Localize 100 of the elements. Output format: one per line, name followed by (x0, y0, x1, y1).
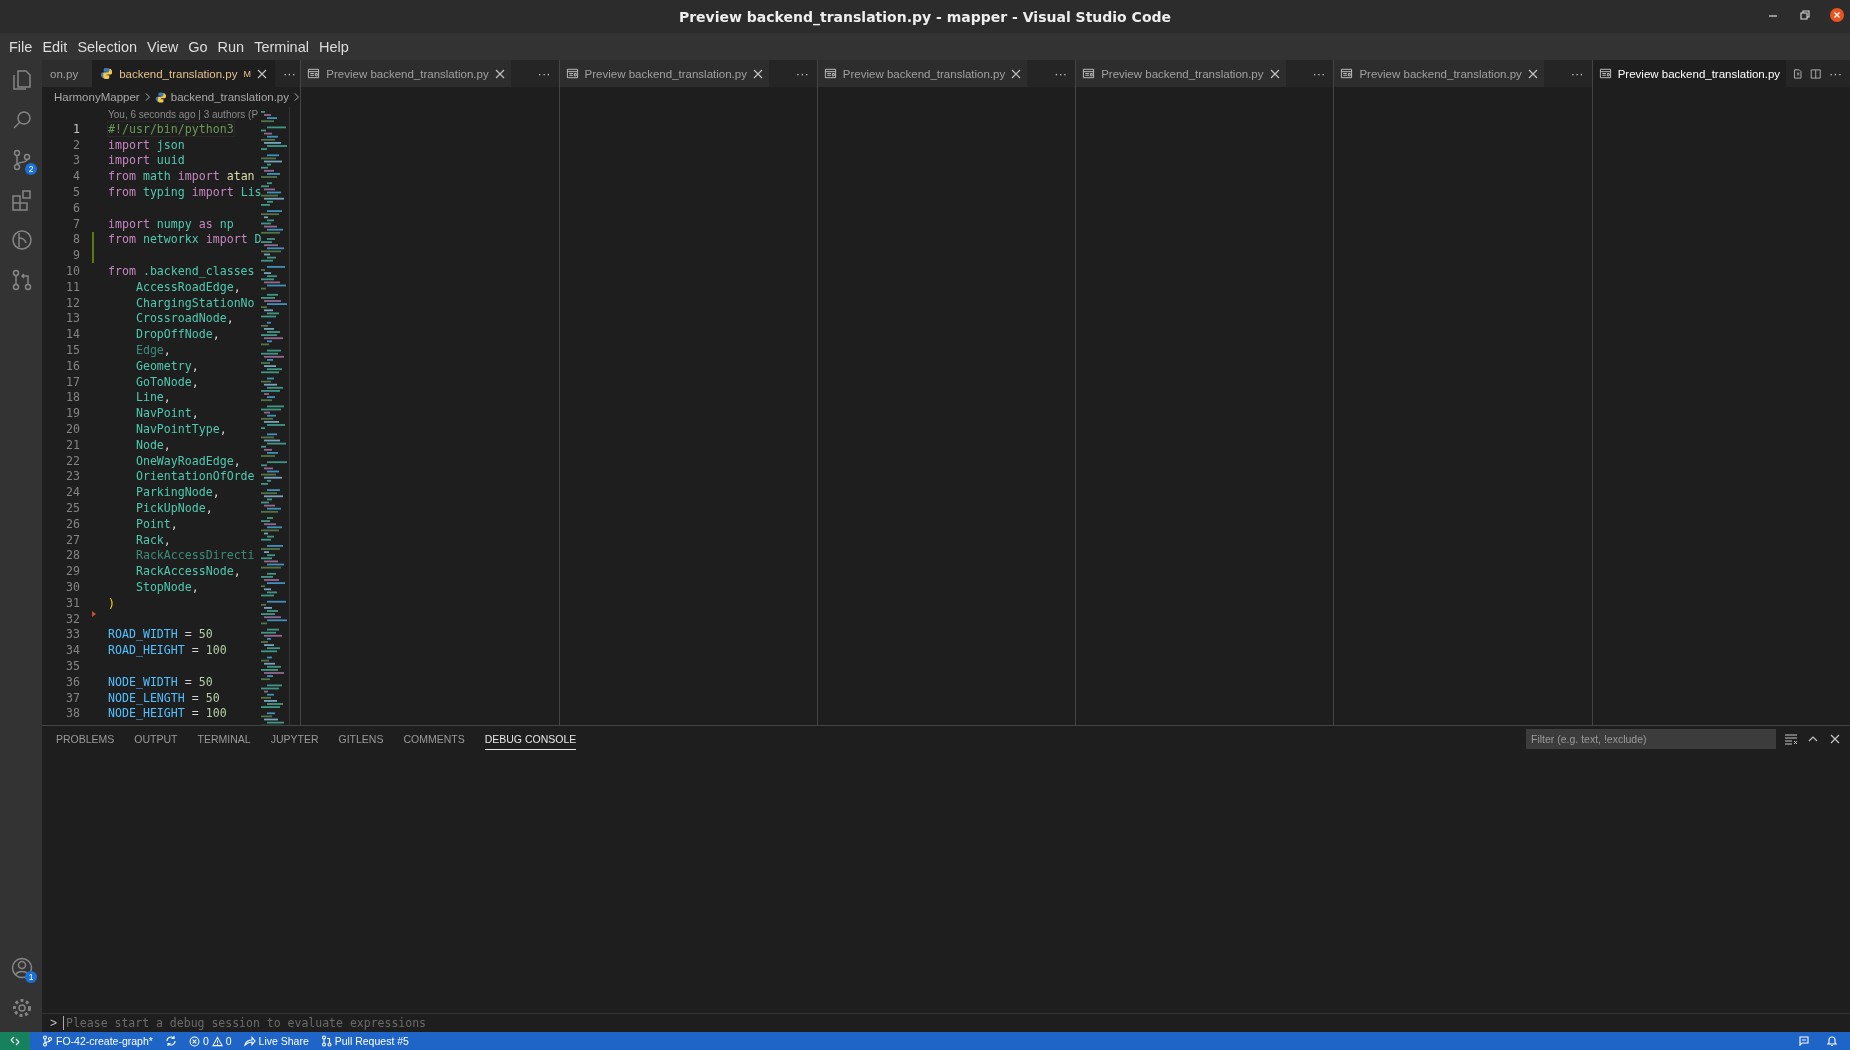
close-icon[interactable] (1828, 732, 1842, 746)
branch-button[interactable]: FO-42-create-graph* (42, 1035, 153, 1047)
preview-icon (307, 67, 321, 80)
editor-tab[interactable]: Preview backend_translation.py (1076, 60, 1286, 87)
account-icon[interactable] (10, 956, 34, 980)
line-number: 17 (65, 374, 80, 389)
more-actions-button[interactable]: ··· (1304, 60, 1334, 87)
pull-request-icon (320, 1035, 332, 1047)
code-line: import numpy as np (108, 216, 234, 231)
more-actions-button[interactable]: ··· (1821, 60, 1850, 87)
line-number: 28 (65, 548, 80, 563)
console-input[interactable]: Please start a debug session to evaluate expressions (63, 1016, 1850, 1030)
filter-field[interactable]: Filter (e.g. text, !exclude) (1526, 729, 1776, 749)
editor-tab[interactable]: on.py (42, 60, 93, 87)
more-actions-button[interactable]: ··· (1562, 60, 1592, 87)
close-icon[interactable] (1527, 68, 1538, 79)
close-icon[interactable] (1269, 68, 1280, 79)
code-line: AccessRoadEdge, (134, 279, 241, 294)
code-line: ROAD_HEIGHT = 100 (108, 643, 227, 658)
blame-annotation[interactable]: You, 6 seconds ago | 3 authors (P (108, 108, 259, 120)
line-number: 37 (65, 690, 80, 705)
line-number: 16 (65, 358, 80, 373)
bell-icon[interactable] (1826, 1035, 1838, 1047)
menu-item[interactable]: View (142, 36, 184, 57)
menu-item[interactable]: Run (212, 36, 250, 57)
line-number: 33 (65, 627, 80, 642)
code-line: NODE_HEIGHT = 100 (108, 706, 227, 721)
panel-tab[interactable]: PROBLEMS (56, 728, 115, 750)
more-actions-button[interactable]: ··· (787, 60, 817, 87)
restore-icon[interactable] (1798, 8, 1812, 22)
more-actions-button[interactable]: ··· (1046, 60, 1076, 87)
code-line: from math import atan (108, 169, 255, 184)
line-number: 20 (65, 422, 80, 437)
code-line: from .backend_classes (108, 264, 255, 279)
files-icon[interactable] (10, 68, 34, 92)
pull-request-icon[interactable] (10, 268, 34, 292)
remote-button[interactable] (0, 1032, 30, 1050)
close-icon[interactable] (256, 68, 267, 79)
panel-tab[interactable]: GITLENS (338, 728, 384, 750)
code-line: ) (108, 595, 115, 610)
menu-item[interactable]: Go (183, 36, 213, 57)
branch-circle-icon[interactable] (10, 228, 34, 252)
chevron-right-icon (293, 92, 301, 102)
editor-tab[interactable]: Preview backend_translation.py (301, 60, 511, 87)
close-icon[interactable] (494, 68, 505, 79)
sync-icon[interactable] (164, 1035, 177, 1047)
open-file-icon[interactable] (1792, 66, 1804, 81)
warning-icon (211, 1035, 223, 1047)
extensions-icon[interactable] (10, 188, 34, 212)
code-line: NavPointType, (134, 422, 227, 437)
line-number: 38 (65, 706, 80, 721)
settings-icon[interactable] (10, 996, 34, 1020)
code-line: ChargingStationNo (134, 295, 255, 310)
code-line: import uuid (108, 153, 185, 168)
line-number: 9 (72, 248, 80, 263)
line-number: 25 (65, 501, 80, 515)
count-badge: 2 (25, 163, 37, 175)
problems-button[interactable]: 0 0 (188, 1035, 232, 1047)
line-number: 6 (72, 200, 80, 215)
close-icon[interactable] (1011, 68, 1022, 79)
panel-tab[interactable]: OUTPUT (134, 728, 178, 750)
more-actions-button[interactable]: ··· (274, 60, 301, 87)
minimap-drawing[interactable] (261, 111, 290, 725)
line-number: 22 (65, 453, 80, 468)
menu-item[interactable]: Help (313, 36, 354, 57)
code-line: from networkx import D (108, 232, 262, 247)
editor-tab[interactable]: Preview backend_translation.py (559, 60, 769, 87)
panel-tab[interactable]: TERMINAL (197, 728, 251, 750)
close-icon[interactable] (1830, 8, 1844, 22)
editor-tab[interactable]: Preview backend_translation.py (1592, 60, 1787, 87)
menu-item[interactable]: Terminal (249, 36, 314, 57)
clear-console-icon[interactable] (1784, 732, 1798, 746)
live-share-button[interactable]: Live Share (243, 1035, 309, 1047)
panel-tab[interactable]: JUPYTER (270, 728, 319, 750)
preview-icon (1598, 67, 1612, 80)
line-number: 19 (65, 406, 80, 421)
panel-tab[interactable]: COMMENTS (403, 728, 465, 750)
code-line: RackAccessDirecti (134, 548, 255, 563)
panel-tab[interactable]: DEBUG CONSOLE (484, 728, 577, 750)
prompt-symbol: > (50, 1016, 57, 1030)
editor-tab[interactable]: Preview backend_translation.py (1334, 60, 1544, 87)
close-icon[interactable] (752, 68, 763, 79)
breadcrumb-item[interactable]: backend_translation.py (170, 91, 289, 103)
feedback-icon[interactable] (1798, 1035, 1810, 1047)
menu-item[interactable]: Selection (72, 36, 143, 57)
line-number: 35 (65, 659, 80, 673)
code-line: Edge, (134, 343, 171, 358)
breadcrumb-item[interactable]: HarmonyMapper (54, 91, 140, 103)
preview-icon (1082, 67, 1096, 80)
menu-item[interactable]: File (4, 36, 38, 57)
code-line: NODE_LENGTH = 50 (108, 690, 220, 705)
branch-icon (42, 1035, 53, 1047)
editor-tab[interactable]: backend_translation.py M (92, 60, 275, 87)
more-actions-button[interactable]: ··· (529, 60, 559, 87)
editor-tab[interactable]: Preview backend_translation.py (817, 60, 1028, 87)
split-editor-icon[interactable] (1809, 66, 1821, 81)
line-number: 12 (65, 295, 80, 310)
menu-item[interactable]: Edit (37, 36, 73, 57)
pull-request-button[interactable]: Pull Request #5 (320, 1035, 409, 1047)
python-icon (154, 90, 167, 104)
